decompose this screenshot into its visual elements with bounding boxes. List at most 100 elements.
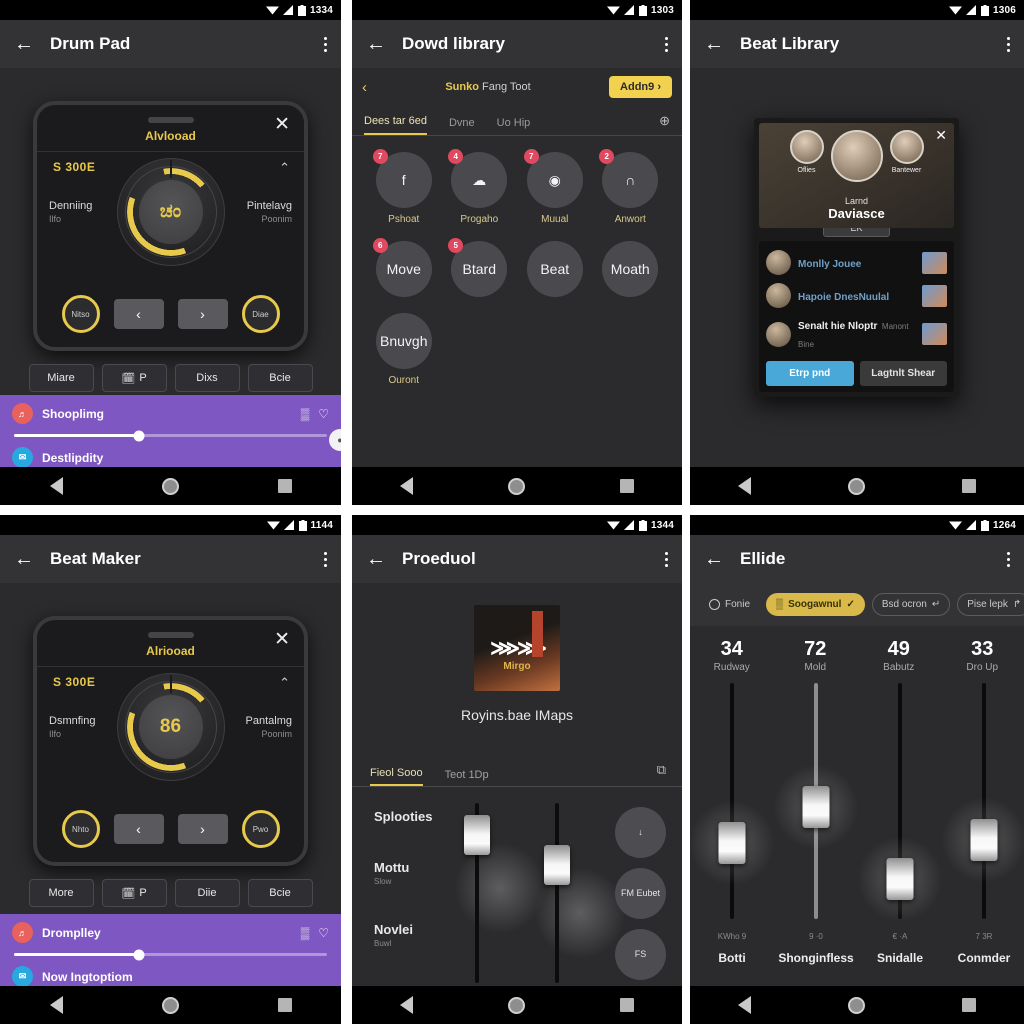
- pad-button[interactable]: 🗓 P: [101, 364, 167, 392]
- slider-knob[interactable]: [886, 858, 914, 900]
- pad-button[interactable]: Diie: [174, 879, 240, 907]
- heart-icon[interactable]: ♡: [318, 926, 329, 940]
- nav-home-icon[interactable]: [847, 996, 865, 1014]
- progress-knob[interactable]: [133, 949, 145, 960]
- nav-back-icon[interactable]: [49, 477, 63, 495]
- add-button[interactable]: Addn9 ›: [609, 76, 672, 98]
- slider-knob[interactable]: [802, 786, 830, 828]
- back-icon[interactable]: ←: [704, 34, 724, 54]
- pad-button[interactable]: Bcie: [247, 879, 313, 907]
- fader-track[interactable]: [555, 803, 559, 983]
- prev-button[interactable]: ‹: [113, 299, 164, 329]
- nav-recents-icon[interactable]: [277, 998, 292, 1012]
- grid-item[interactable]: 7 f Pshoat: [372, 149, 436, 225]
- list-item[interactable]: Hapoie DnesNuulal: [764, 279, 949, 312]
- nav-recents-icon[interactable]: [620, 479, 635, 493]
- pad-button[interactable]: 🗓 P: [101, 879, 167, 907]
- pad-button[interactable]: Miare: [28, 364, 94, 392]
- next-button[interactable]: ›: [177, 299, 228, 329]
- slider-knob[interactable]: [970, 819, 998, 861]
- close-icon[interactable]: ✕: [274, 115, 290, 134]
- rotary-dial[interactable]: 86: [116, 673, 225, 781]
- fader-knob[interactable]: [464, 815, 490, 855]
- pad-button[interactable]: Dixs: [174, 364, 240, 392]
- slider-knob[interactable]: [718, 822, 746, 864]
- avatar-main[interactable]: [830, 130, 883, 182]
- nav-home-icon[interactable]: [161, 477, 179, 495]
- grid-item[interactable]: 4 ☁ Progaho: [447, 149, 511, 225]
- prev-button[interactable]: ‹: [113, 814, 164, 844]
- nav-home-icon[interactable]: [847, 477, 865, 495]
- album-art[interactable]: ⋙⋙ Mirgo: [474, 605, 560, 691]
- progress-slider[interactable]: [14, 430, 327, 441]
- fm-euber-button[interactable]: FM Eubet: [615, 868, 666, 919]
- nav-back-icon[interactable]: [738, 477, 752, 495]
- overflow-menu-icon[interactable]: [665, 36, 668, 52]
- fs-button[interactable]: FS: [615, 929, 666, 980]
- grid-item[interactable]: Moath: [598, 241, 662, 297]
- list-item[interactable]: Senalt hie Nloptr Manont Bine: [764, 312, 949, 356]
- filter-icon[interactable]: ⊕: [659, 113, 670, 129]
- chip-pise-lepk[interactable]: Pise lepk ↱: [957, 593, 1024, 616]
- tab-dvne[interactable]: Dvne: [449, 117, 475, 135]
- grid-item[interactable]: 2 ∩ Anwort: [598, 149, 662, 225]
- chip-soogawnul[interactable]: ▒ Soogawnul ✓: [766, 593, 865, 616]
- avatar-right[interactable]: Bantewer: [889, 130, 924, 174]
- overflow-menu-icon[interactable]: [1007, 36, 1010, 52]
- progress-knob[interactable]: [133, 430, 145, 441]
- round-button-right[interactable]: Pwo: [241, 810, 280, 848]
- mic-button[interactable]: ↓: [615, 807, 666, 858]
- back-icon[interactable]: ←: [14, 549, 34, 569]
- list-item[interactable]: Monlly Jouee: [764, 246, 949, 279]
- nav-back-icon[interactable]: [738, 996, 752, 1014]
- avatar-left[interactable]: Oflies: [789, 130, 824, 174]
- chevron-up-icon[interactable]: ⌃: [279, 675, 290, 691]
- chip-fonie[interactable]: Fonie: [700, 594, 759, 615]
- progress-slider[interactable]: [14, 949, 327, 960]
- close-icon[interactable]: ✕: [274, 630, 290, 649]
- overflow-menu-icon[interactable]: [665, 551, 668, 567]
- grid-item[interactable]: 7 ◉ Muual: [523, 149, 587, 225]
- tab-dees-tar-6ed[interactable]: Dees tar 6ed: [364, 115, 427, 135]
- search-text[interactable]: Sunko Fang Toot: [375, 81, 601, 93]
- back-icon[interactable]: ←: [14, 34, 34, 54]
- tab-teot-1dp[interactable]: Teot 1Dp: [445, 769, 489, 786]
- primary-action-button[interactable]: Etrp pnd: [766, 361, 854, 386]
- grid-item[interactable]: Beat: [523, 241, 587, 297]
- nav-recents-icon[interactable]: [620, 998, 635, 1012]
- close-icon[interactable]: ✕: [935, 127, 947, 144]
- back-icon[interactable]: ←: [366, 34, 386, 54]
- grid-item[interactable]: 6 Move: [372, 238, 436, 297]
- grid-item[interactable]: 5 Btard: [447, 238, 511, 297]
- nav-recents-icon[interactable]: [277, 479, 292, 493]
- round-button-right[interactable]: Diae: [241, 295, 280, 333]
- overflow-menu-icon[interactable]: [324, 36, 327, 52]
- grid-icon[interactable]: ▒: [301, 407, 310, 421]
- secondary-action-button[interactable]: Lagtnlt Shear: [859, 361, 947, 386]
- chevron-left-icon[interactable]: ‹: [362, 79, 367, 96]
- back-icon[interactable]: ←: [704, 549, 724, 569]
- grid-item[interactable]: Bnuvgh Ouront: [372, 313, 436, 386]
- nav-home-icon[interactable]: [161, 996, 179, 1014]
- tab-uo-hip[interactable]: Uo Hip: [497, 117, 531, 135]
- nav-home-icon[interactable]: [507, 996, 525, 1014]
- round-button-left[interactable]: Nhto: [61, 810, 100, 848]
- chip-bsd-ocron[interactable]: Bsd ocron ↵: [871, 593, 951, 616]
- nav-home-icon[interactable]: [507, 477, 525, 495]
- nav-back-icon[interactable]: [399, 477, 413, 495]
- overflow-menu-icon[interactable]: [324, 551, 327, 567]
- pad-button[interactable]: Bcie: [247, 364, 313, 392]
- round-button-left[interactable]: Nitso: [61, 295, 100, 333]
- pad-button[interactable]: More: [28, 879, 94, 907]
- grid-icon[interactable]: ▒: [301, 926, 310, 940]
- chevron-up-icon[interactable]: ⌃: [279, 160, 290, 176]
- fab-button[interactable]: ●: [329, 429, 341, 451]
- overflow-menu-icon[interactable]: [1007, 551, 1010, 567]
- next-button[interactable]: ›: [177, 814, 228, 844]
- rotary-dial[interactable]: ಚಂ: [116, 158, 225, 266]
- nav-recents-icon[interactable]: [961, 479, 976, 493]
- heart-icon[interactable]: ♡: [318, 407, 329, 421]
- tab-fieol-sooo[interactable]: Fieol Sooo: [370, 767, 423, 786]
- back-icon[interactable]: ←: [366, 549, 386, 569]
- nav-back-icon[interactable]: [49, 996, 63, 1014]
